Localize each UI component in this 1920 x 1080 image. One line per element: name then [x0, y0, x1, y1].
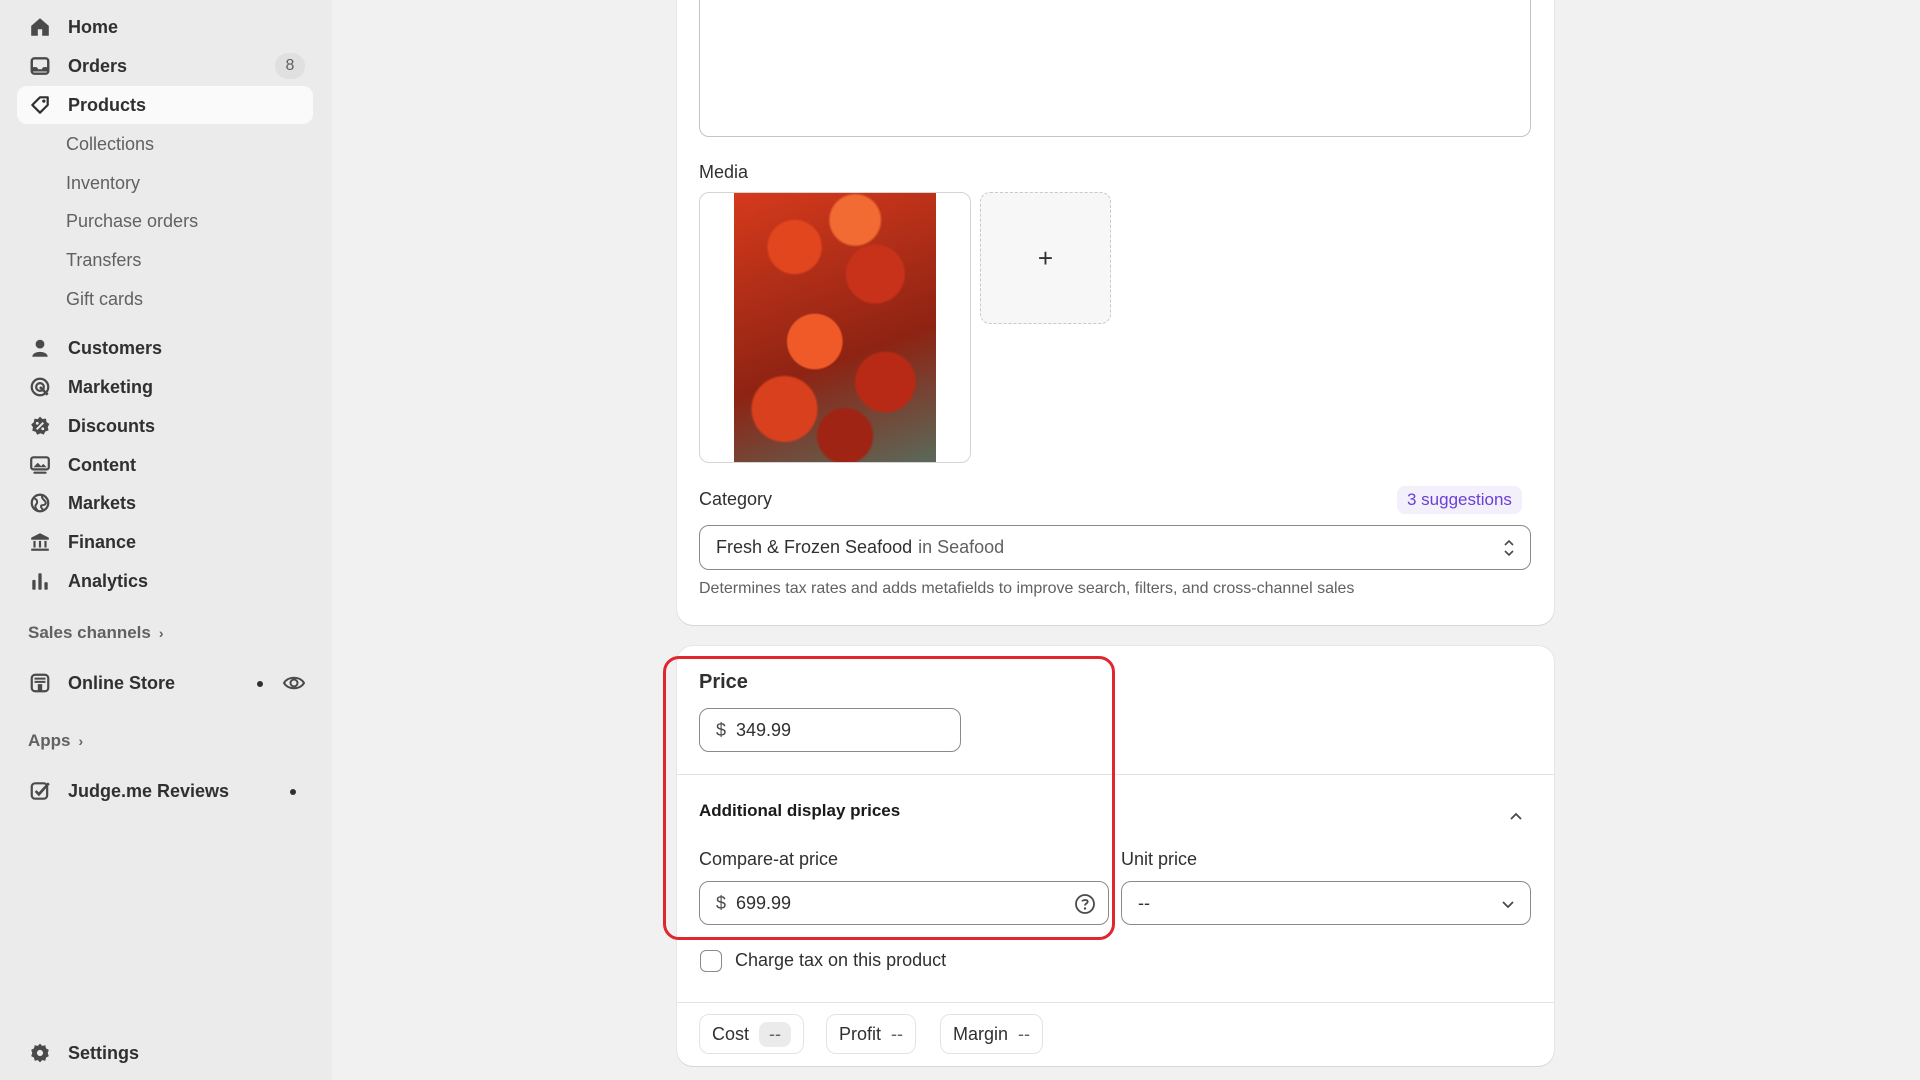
sidebar-item-label: Analytics [68, 570, 149, 591]
description-editor[interactable] [699, 0, 1531, 137]
sidebar-subitem-inventory[interactable]: Inventory [66, 167, 140, 199]
divider [677, 1002, 1554, 1003]
select-arrows-icon [1502, 537, 1516, 564]
unit-price-label: Unit price [1121, 849, 1198, 869]
chevron-right-icon: › [158, 625, 164, 641]
sidebar-item-customers[interactable]: Customers [17, 329, 313, 367]
category-label: Category [699, 489, 773, 509]
sidebar-item-label: Marketing [68, 376, 154, 397]
highlight-annotation [663, 656, 1115, 940]
sidebar-item-discounts[interactable]: Discounts [17, 407, 313, 445]
unit-price-value: -- [1138, 892, 1150, 913]
sidebar-item-label: Markets [68, 492, 137, 513]
bar-chart-icon [27, 568, 53, 594]
unit-price-select[interactable]: -- [1121, 881, 1531, 925]
sidebar-item-label: Home [68, 16, 119, 37]
chevron-up-icon[interactable] [1506, 806, 1526, 826]
sidebar-item-online-store[interactable]: Online Store [17, 664, 313, 702]
sidebar-subitem-purchase-orders[interactable]: Purchase orders [66, 205, 198, 237]
inbox-icon [27, 53, 53, 79]
status-dot [257, 681, 263, 687]
eye-icon[interactable] [282, 672, 306, 694]
media-label: Media [699, 162, 749, 182]
charge-tax-checkbox[interactable] [700, 950, 722, 972]
profit-value: -- [891, 1023, 904, 1044]
category-suggestions-button[interactable]: 3 suggestions [1397, 486, 1522, 514]
gear-icon [27, 1040, 53, 1066]
category-select[interactable]: Fresh & Frozen Seafood in Seafood [699, 525, 1531, 570]
charge-tax-label: Charge tax on this product [735, 950, 947, 970]
sidebar-item-label: Content [68, 454, 136, 475]
category-value: Fresh & Frozen Seafood [716, 537, 913, 557]
discount-icon [27, 413, 53, 439]
profit-pill: Profit -- [826, 1014, 917, 1054]
profit-label: Profit [839, 1023, 882, 1044]
bank-icon [27, 529, 53, 555]
cost-pill: Cost -- [699, 1014, 805, 1054]
orders-count-badge: 8 [275, 53, 305, 79]
media-thumbnail[interactable] [699, 192, 971, 463]
sidebar-item-label: Online Store [68, 672, 176, 693]
sidebar-item-settings[interactable]: Settings [17, 1034, 313, 1072]
sidebar-item-label: Orders [68, 55, 128, 76]
cost-value: -- [759, 1021, 792, 1047]
chevron-right-icon: › [78, 733, 84, 749]
sidebar-item-content[interactable]: Content [17, 446, 313, 484]
sidebar-item-label: Judge.me Reviews [68, 780, 230, 801]
sidebar-subitem-collections[interactable]: Collections [66, 128, 154, 160]
person-icon [27, 335, 53, 361]
sidebar-item-label: Products [68, 94, 147, 115]
sidebar-item-label: Settings [68, 1042, 140, 1063]
home-icon [27, 14, 53, 40]
sidebar: Home Orders 8 Products Collections Inven… [0, 0, 332, 1080]
sidebar-item-label: Customers [68, 337, 163, 358]
apps-section[interactable]: Apps › [28, 726, 83, 756]
sidebar-item-orders[interactable]: Orders 8 [17, 47, 313, 85]
content-icon [27, 452, 53, 478]
chevron-down-icon [1498, 894, 1518, 919]
judgeme-app-icon [27, 778, 53, 804]
sidebar-item-label: Finance [68, 531, 137, 552]
sidebar-item-products[interactable]: Products [17, 86, 313, 124]
sidebar-subitem-transfers[interactable]: Transfers [66, 244, 141, 276]
category-parent: in Seafood [918, 537, 1005, 557]
store-icon [27, 670, 53, 696]
crawfish-photo [734, 193, 936, 462]
sidebar-item-home[interactable]: Home [17, 8, 313, 46]
sales-channels-label: Sales channels [28, 623, 151, 642]
tag-icon [27, 92, 53, 118]
sidebar-item-markets[interactable]: Markets [17, 484, 313, 522]
sidebar-item-analytics[interactable]: Analytics [17, 562, 313, 600]
sidebar-item-label: Discounts [68, 415, 156, 436]
sidebar-item-finance[interactable]: Finance [17, 523, 313, 561]
target-icon [27, 374, 53, 400]
sidebar-item-marketing[interactable]: Marketing [17, 368, 313, 406]
apps-label: Apps [28, 731, 71, 750]
margin-value: -- [1018, 1023, 1031, 1044]
right-gutter [1564, 0, 1920, 1080]
margin-label: Margin [953, 1023, 1009, 1044]
sidebar-item-judgeme-reviews[interactable]: Judge.me Reviews [17, 772, 313, 810]
cost-label: Cost [712, 1023, 750, 1044]
category-help-text: Determines tax rates and adds metafields… [699, 580, 1355, 597]
status-dot [290, 789, 296, 795]
margin-pill: Margin -- [940, 1014, 1044, 1054]
sidebar-subitem-gift-cards[interactable]: Gift cards [66, 283, 143, 315]
add-media-button[interactable]: + [980, 192, 1111, 324]
globe-icon [27, 490, 53, 516]
sales-channels-section[interactable]: Sales channels › [28, 618, 164, 648]
